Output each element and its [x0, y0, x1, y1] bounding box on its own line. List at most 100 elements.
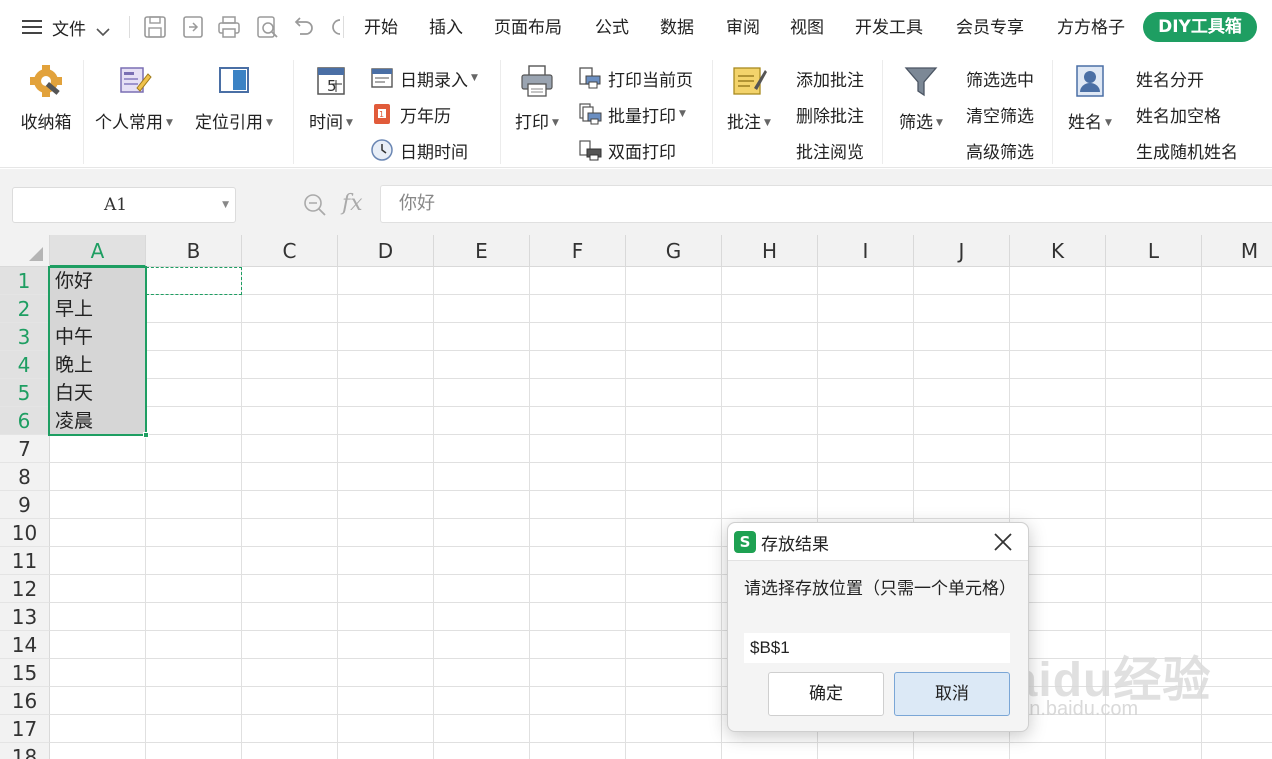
locate-ref-button[interactable]: 定位引用 ▼	[190, 62, 278, 133]
add-comment-button[interactable]: 添加批注	[796, 64, 864, 92]
name-label: 姓名	[1068, 113, 1103, 133]
redo-icon[interactable]	[326, 14, 340, 40]
tab-view[interactable]: 视图	[790, 14, 824, 42]
column-header-b[interactable]: B	[146, 235, 242, 267]
column-header-h[interactable]: H	[722, 235, 818, 267]
view-comments-button[interactable]: 批注阅览	[796, 136, 864, 164]
row-header-16[interactable]: 16	[0, 687, 50, 715]
dropdown-caret-icon[interactable]: ▼	[222, 200, 229, 210]
ok-button[interactable]: 确定	[768, 672, 884, 716]
row-header-17[interactable]: 17	[0, 715, 50, 743]
chevron-down-icon	[96, 22, 110, 37]
row-header-2[interactable]: 2	[0, 295, 50, 323]
name-box[interactable]: A1 ▼	[12, 187, 236, 223]
file-menu-label: 文件	[52, 19, 86, 40]
select-all-corner[interactable]	[0, 235, 50, 267]
file-menu-button[interactable]: 文件	[22, 8, 110, 46]
ribbon-separator	[293, 60, 294, 164]
row-header-9[interactable]: 9	[0, 491, 50, 519]
tab-developer[interactable]: 开发工具	[855, 14, 923, 42]
perpetual-calendar-button[interactable]: 1 万年历	[370, 100, 451, 128]
column-header-g[interactable]: G	[626, 235, 722, 267]
time-button[interactable]: 5 时间 ▼	[302, 62, 360, 133]
delete-comment-label: 删除批注	[796, 106, 864, 127]
column-header-j[interactable]: J	[914, 235, 1010, 267]
dropdown-caret-icon: ▼	[764, 118, 771, 128]
name-button[interactable]: 姓名 ▼	[1060, 62, 1120, 133]
row-header-18[interactable]: 18	[0, 743, 50, 759]
name-box-value: A1	[103, 195, 128, 215]
save-icon[interactable]	[142, 14, 168, 40]
export-icon[interactable]	[180, 14, 206, 40]
row-header-11[interactable]: 11	[0, 547, 50, 575]
column-header-m[interactable]: M	[1202, 235, 1272, 267]
column-header-c[interactable]: C	[242, 235, 338, 267]
fx-icon[interactable]: fx	[342, 191, 363, 216]
cancel-button[interactable]: 取消	[894, 672, 1010, 716]
row-header-10[interactable]: 10	[0, 519, 50, 547]
split-name-button[interactable]: 姓名分开	[1136, 64, 1204, 92]
row-header-13[interactable]: 13	[0, 603, 50, 631]
filter-selected-button[interactable]: 筛选选中	[966, 64, 1034, 92]
person-card-icon	[1071, 62, 1109, 100]
close-icon[interactable]	[990, 529, 1016, 555]
clock-icon	[370, 138, 394, 162]
tab-ffcell[interactable]: 方方格子	[1057, 14, 1125, 42]
column-header-k[interactable]: K	[1010, 235, 1106, 267]
row-header-1[interactable]: 1	[0, 267, 50, 295]
column-header-l[interactable]: L	[1106, 235, 1202, 267]
column-header-a[interactable]: A	[50, 235, 146, 267]
date-entry-button[interactable]: 日期录入 ▼	[370, 64, 478, 92]
personal-common-label: 个人常用	[95, 113, 164, 133]
random-name-button[interactable]: 生成随机姓名	[1136, 136, 1238, 164]
row-header-6[interactable]: 6	[0, 407, 50, 435]
print-label: 打印	[515, 113, 550, 133]
column-header-i[interactable]: I	[818, 235, 914, 267]
formula-input[interactable]: 你好	[380, 185, 1272, 223]
dropdown-caret-icon: ▼	[346, 118, 353, 128]
tab-formulas[interactable]: 公式	[595, 14, 629, 42]
tab-home[interactable]: 开始	[364, 14, 398, 42]
row-header-8[interactable]: 8	[0, 463, 50, 491]
advanced-filter-button[interactable]: 高级筛选	[966, 136, 1034, 164]
tab-member[interactable]: 会员专享	[956, 14, 1024, 42]
filter-button[interactable]: 筛选 ▼	[890, 62, 952, 133]
storage-box-button[interactable]: 收纳箱	[14, 62, 78, 133]
batch-print-button[interactable]: 批量打印 ▼	[578, 100, 686, 128]
column-header-f[interactable]: F	[530, 235, 626, 267]
tab-page-layout[interactable]: 页面布局	[494, 14, 562, 42]
random-name-label: 生成随机姓名	[1136, 142, 1238, 163]
row-header-14[interactable]: 14	[0, 631, 50, 659]
tab-diy-toolbox[interactable]: DIY工具箱	[1143, 12, 1257, 42]
print-preview-icon[interactable]	[254, 14, 280, 40]
row-header-5[interactable]: 5	[0, 379, 50, 407]
row-header-12[interactable]: 12	[0, 575, 50, 603]
date-time-button[interactable]: 日期时间	[370, 136, 468, 164]
location-input[interactable]: $B$1	[744, 633, 1010, 663]
annotate-button[interactable]: 批注 ▼	[720, 62, 778, 133]
tab-data[interactable]: 数据	[660, 14, 694, 42]
undo-icon[interactable]	[290, 14, 316, 40]
zoom-icon[interactable]	[302, 192, 328, 218]
duplex-print-button[interactable]: 双面打印	[578, 136, 676, 164]
column-header-e[interactable]: E	[434, 235, 530, 267]
dropdown-caret-icon: ▼	[552, 118, 559, 128]
clear-filter-button[interactable]: 清空筛选	[966, 100, 1034, 128]
row-header-4[interactable]: 4	[0, 351, 50, 379]
name-add-space-button[interactable]: 姓名加空格	[1136, 100, 1221, 128]
print-current-page-button[interactable]: 打印当前页	[578, 64, 693, 92]
fill-handle[interactable]	[143, 432, 149, 438]
delete-comment-button[interactable]: 删除批注	[796, 100, 864, 128]
column-header-d[interactable]: D	[338, 235, 434, 267]
personal-common-button[interactable]: 个人常用 ▼	[90, 62, 178, 133]
date-entry-label: 日期录入	[400, 70, 468, 91]
print-button[interactable]: 打印 ▼	[508, 62, 566, 133]
tab-insert[interactable]: 插入	[429, 14, 463, 42]
tab-review[interactable]: 审阅	[726, 14, 760, 42]
row-header-15[interactable]: 15	[0, 659, 50, 687]
print-icon[interactable]	[216, 14, 242, 40]
ribbon: 收纳箱 个人常用 ▼ 定位引用 ▼ 5 时间 ▼ 日期录入 ▼ 1 万年历 日期时间	[0, 54, 1272, 168]
batch-print-label: 批量打印	[608, 106, 676, 127]
row-header-3[interactable]: 3	[0, 323, 50, 351]
row-header-7[interactable]: 7	[0, 435, 50, 463]
